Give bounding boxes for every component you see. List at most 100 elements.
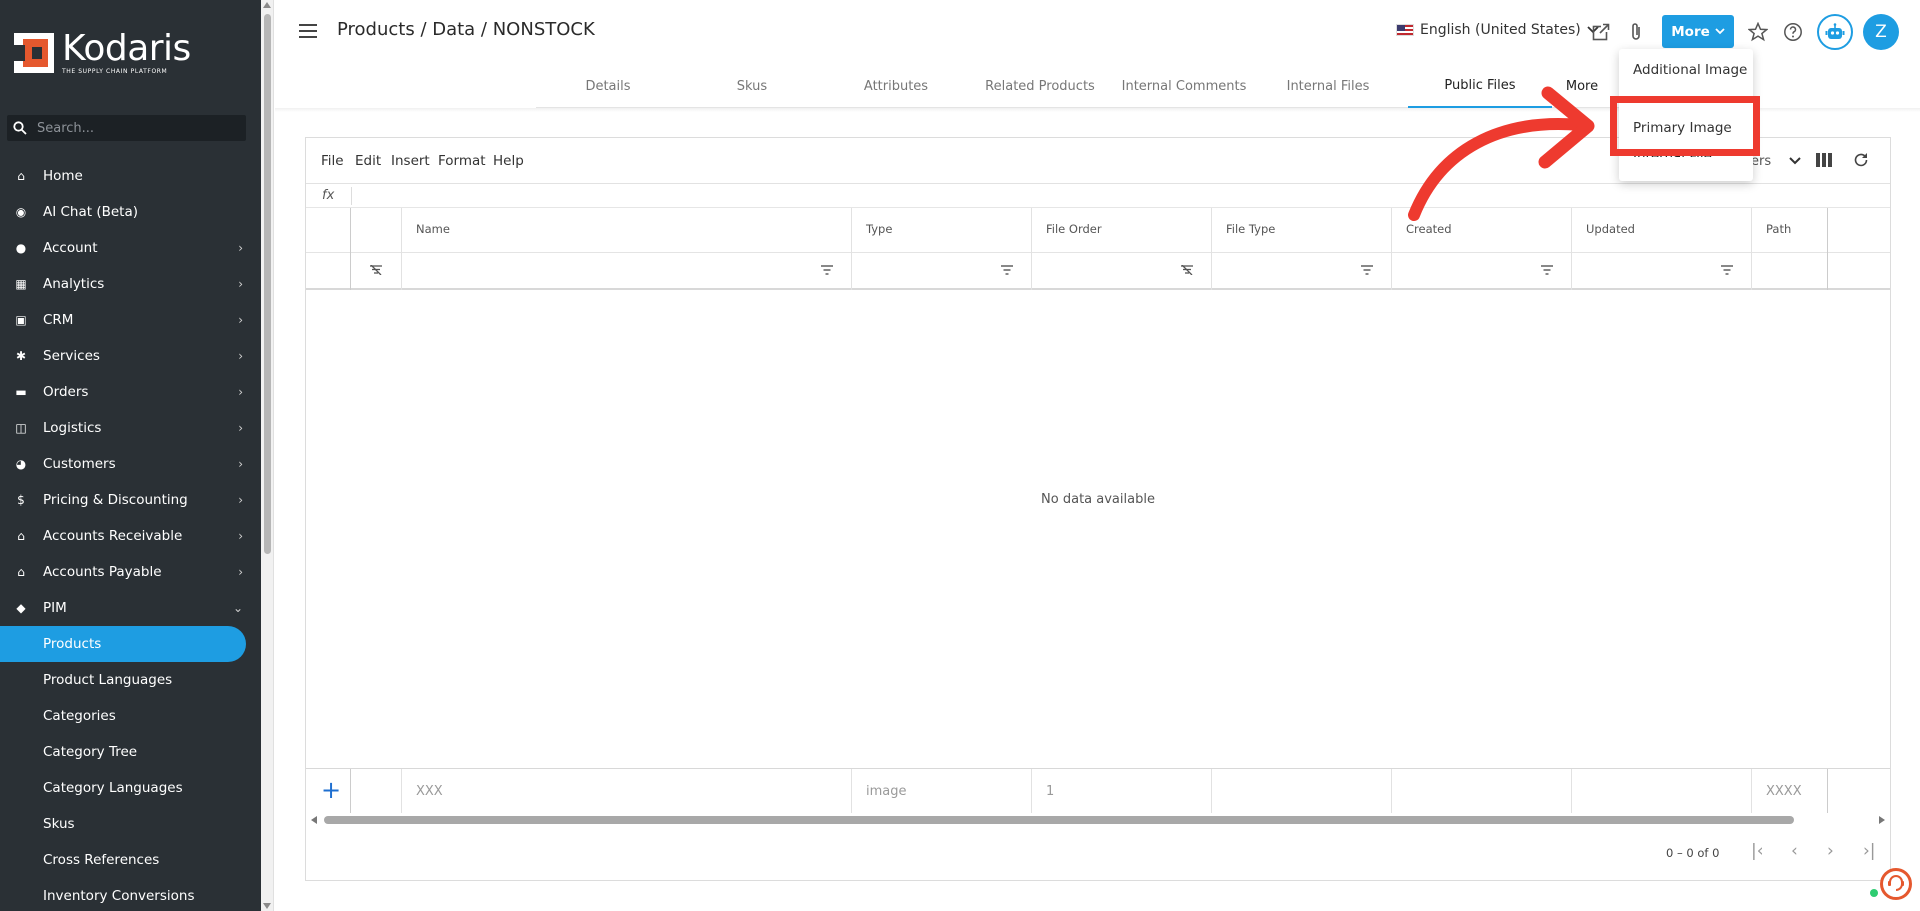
sidebar-item-category-languages[interactable]: Category Languages <box>0 770 261 806</box>
contact-card-icon: ▣ <box>15 313 27 327</box>
views-selector[interactable]: ers <box>1751 154 1801 169</box>
chevron-down-icon <box>1789 157 1801 165</box>
new-row-path[interactable]: XXXX <box>1766 784 1802 799</box>
user-icon: ● <box>15 241 27 255</box>
menu-format[interactable]: Format <box>438 153 486 169</box>
add-row-icon[interactable]: + <box>321 776 341 804</box>
columns-icon[interactable] <box>1816 152 1832 171</box>
menu-insert[interactable]: Insert <box>391 153 430 169</box>
sidebar-search-input[interactable] <box>35 119 235 137</box>
new-row: + XXX image 1 XXXX <box>306 768 1890 812</box>
sidebar-item-skus[interactable]: Skus <box>0 806 261 842</box>
tab-public-files[interactable]: Public Files <box>1408 64 1552 108</box>
new-row-file-order[interactable]: 1 <box>1046 784 1054 799</box>
menu-edit[interactable]: Edit <box>355 153 381 169</box>
next-page-icon[interactable]: › <box>1827 841 1834 861</box>
user-avatar[interactable]: Z <box>1863 14 1899 50</box>
chevron-down-icon <box>1715 28 1725 35</box>
sidebar-item-logistics[interactable]: ◫ Logistics › <box>0 410 261 446</box>
sidebar-item-analytics[interactable]: ▦ Analytics › <box>0 266 261 302</box>
tab-internal-comments[interactable]: Internal Comments <box>1112 64 1256 108</box>
sidebar-item-ai-chat-beta[interactable]: ◉ AI Chat (Beta) <box>0 194 261 230</box>
formula-bar[interactable]: fx <box>306 184 1890 208</box>
sidebar-item-orders[interactable]: ▬ Orders › <box>0 374 261 410</box>
column-header-path[interactable]: Path <box>1766 222 1791 236</box>
tab-internal-files[interactable]: Internal Files <box>1256 64 1400 108</box>
column-header-file-order[interactable]: File Order <box>1046 222 1102 236</box>
ai-assistant-button[interactable] <box>1817 14 1853 50</box>
sidebar-item-home[interactable]: ⌂ Home <box>0 158 261 194</box>
chevron-down-icon: ⌄ <box>232 601 243 615</box>
column-header-file-type[interactable]: File Type <box>1226 222 1275 236</box>
new-row-name[interactable]: XXX <box>416 784 443 799</box>
clear-filter-icon[interactable] <box>370 265 382 275</box>
last-page-icon[interactable]: ›| <box>1863 841 1876 861</box>
sidebar-item-label: CRM <box>43 312 74 328</box>
sidebar-item-label: AI Chat (Beta) <box>43 204 139 220</box>
tab-more[interactable]: More <box>1552 64 1612 108</box>
language-selector[interactable]: English (United States) <box>1396 22 1599 38</box>
sidebar-item-categories[interactable]: Categories <box>0 698 261 734</box>
filter-icon[interactable] <box>1721 265 1733 275</box>
star-icon[interactable] <box>1746 20 1770 44</box>
grid-horizontal-scrollbar[interactable] <box>306 813 1890 827</box>
sidebar-item-accounts-payable[interactable]: ⌂ Accounts Payable › <box>0 554 261 590</box>
first-page-icon[interactable]: |‹ <box>1751 841 1764 861</box>
previous-page-icon[interactable]: ‹ <box>1791 841 1798 861</box>
sidebar-item-crm[interactable]: ▣ CRM › <box>0 302 261 338</box>
sidebar-item-pim[interactable]: ◆ PIM ⌄ <box>0 590 261 626</box>
chevron-right-icon: › <box>238 457 243 471</box>
column-header-type[interactable]: Type <box>866 222 892 236</box>
tab-related-products[interactable]: Related Products <box>968 64 1112 108</box>
sidebar-item-account[interactable]: ● Account › <box>0 230 261 266</box>
sidebar-item-category-tree[interactable]: Category Tree <box>0 734 261 770</box>
sidebar-item-accounts-receivable[interactable]: ⌂ Accounts Receivable › <box>0 518 261 554</box>
menu-file[interactable]: File <box>321 153 344 169</box>
attachment-icon[interactable] <box>1624 20 1648 44</box>
sidebar-item-services[interactable]: ✱ Services › <box>0 338 261 374</box>
menu-help[interactable]: Help <box>493 153 524 169</box>
refresh-icon[interactable] <box>1853 152 1869 172</box>
chevron-right-icon: › <box>238 493 243 507</box>
sidebar-item-cross-references[interactable]: Cross References <box>0 842 261 878</box>
filter-icon[interactable] <box>1541 265 1553 275</box>
open-external-icon[interactable] <box>1589 20 1613 44</box>
dollar-icon: $ <box>17 493 25 507</box>
new-row-type[interactable]: image <box>866 784 907 799</box>
truck-icon: ▬ <box>15 385 27 399</box>
filter-icon[interactable] <box>1361 265 1373 275</box>
grid-filter-row <box>306 253 1890 290</box>
sidebar-item-product-languages[interactable]: Product Languages <box>0 662 261 698</box>
sidebar-item-inventory-conversions[interactable]: Inventory Conversions <box>0 878 261 911</box>
kodaris-logo[interactable]: Kodaris THE SUPPLY CHAIN PLATFORM <box>14 30 191 76</box>
menu-item-additional-image[interactable]: Additional Image <box>1633 62 1747 78</box>
sidebar-item-pricing-discounting[interactable]: $ Pricing & Discounting › <box>0 482 261 518</box>
robot-icon: ◉ <box>15 205 27 219</box>
tab-attributes[interactable]: Attributes <box>824 64 968 108</box>
column-header-updated[interactable]: Updated <box>1586 222 1635 236</box>
filter-icon[interactable] <box>821 265 833 275</box>
column-header-name[interactable]: Name <box>416 222 450 236</box>
sidebar-scrollbar[interactable] <box>261 0 274 911</box>
sidebar-scrollbar-thumb[interactable] <box>264 14 271 554</box>
tab-skus[interactable]: Skus <box>680 64 824 108</box>
help-icon[interactable] <box>1781 20 1805 44</box>
support-chat-icon[interactable] <box>1880 868 1912 900</box>
sidebar-item-customers[interactable]: ◕ Customers › <box>0 446 261 482</box>
grid-scrollbar-thumb[interactable] <box>324 816 1794 824</box>
sidebar-item-label: Inventory Conversions <box>43 888 195 904</box>
sidebar-item-label: Categories <box>43 708 116 724</box>
clear-filter-icon[interactable] <box>1181 265 1193 275</box>
online-status-dot <box>1870 889 1878 897</box>
more-button[interactable]: More <box>1662 15 1734 48</box>
sidebar-item-products[interactable]: Products <box>0 626 246 662</box>
sidebar-item-label: Pricing & Discounting <box>43 492 188 508</box>
column-header-created[interactable]: Created <box>1406 222 1452 236</box>
tab-details[interactable]: Details <box>536 64 680 108</box>
language-label: English (United States) <box>1420 22 1581 38</box>
menu-toggle-icon[interactable] <box>299 24 317 38</box>
filter-icon[interactable] <box>1001 265 1013 275</box>
bank-icon: ⌂ <box>17 565 25 579</box>
more-button-label: More <box>1671 23 1710 40</box>
gears-icon: ✱ <box>15 349 27 363</box>
